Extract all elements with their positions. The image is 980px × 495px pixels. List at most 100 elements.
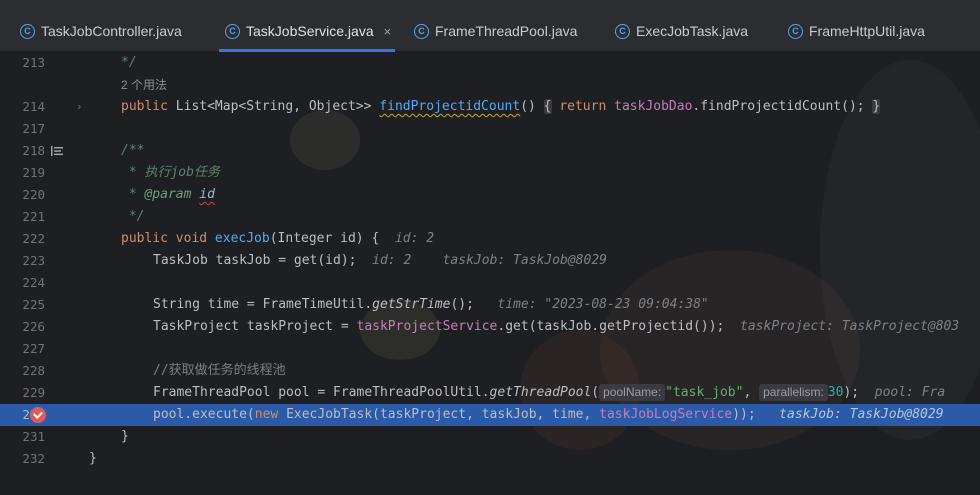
string-literal: "task_job" [665, 385, 744, 400]
line-number: 228 [22, 363, 45, 378]
usages-hint-line: 2 个用法 [0, 74, 980, 96]
paren: () [520, 99, 544, 114]
line-number: 229 [22, 385, 45, 400]
number-literal: 30 [827, 385, 844, 400]
code-editor[interactable]: 213 */ 2 个用法 214 › public List<Map<Strin… [0, 52, 980, 495]
debug-value-hint: taskJob: TaskJob@8029 [442, 253, 607, 268]
closing-brace: } [121, 429, 129, 444]
tab-taskjobcontroller[interactable]: C TaskJobController.java [20, 10, 182, 52]
doc-comment: /** [121, 143, 145, 158]
code-line: 224 [0, 272, 980, 294]
class-icon: C [20, 23, 35, 39]
code-line: 221 */ [0, 206, 980, 228]
line-number: 218 [22, 143, 45, 158]
parameter-hint: poolName: [599, 384, 666, 401]
doc-comment: * [121, 187, 145, 202]
code-line: 223 TaskJob taskJob = get(id); id: 2 tas… [0, 250, 980, 272]
generic: <Map<String, Object>> [207, 99, 380, 114]
field: taskProjectService [356, 319, 498, 334]
usages-hint[interactable]: 2 个用法 [121, 78, 167, 92]
keyword: return [551, 99, 615, 114]
keyword: new [254, 407, 287, 422]
method-name: execJob [214, 231, 270, 246]
code-line: 226 TaskProject taskProject = taskProjec… [0, 316, 980, 338]
breakpoint-icon[interactable] [30, 407, 46, 423]
code-line: 222 public void execJob(Integer id) { id… [0, 228, 980, 250]
editor-tab-bar: C TaskJobController.java C TaskJobServic… [0, 0, 980, 52]
static-method: getThreadPool [489, 385, 592, 400]
current-execution-line: 230 pool.execute(new ExecJobTask(taskPro… [0, 404, 980, 426]
tab-taskjobservice[interactable]: C TaskJobService.java × [218, 10, 396, 52]
debug-value-hint: time: "2023-08-23 09:04:38" [497, 297, 709, 312]
class-icon: C [225, 23, 240, 39]
line-number: 221 [22, 209, 45, 224]
code-line: 218 /** [0, 140, 980, 162]
debug-value-hint: taskProject: TaskProject@803 [740, 319, 960, 334]
debug-value-hint: id: 2 [394, 231, 435, 246]
doc-comment: * 执行job任务 [121, 165, 220, 180]
closing-brace: } [89, 451, 97, 466]
code-line: 231 } [0, 426, 980, 448]
doc-comment: */ [121, 55, 137, 70]
line-number: 231 [22, 429, 45, 444]
tab-label: FrameThreadPool.java [435, 23, 578, 39]
line-number: 232 [22, 451, 45, 466]
debug-value-hint: taskJob: TaskJob@8029 [779, 407, 944, 422]
code-line: 214 › public List<Map<String, Object>> f… [0, 96, 980, 118]
code-line: 220 * @param id [0, 184, 980, 206]
line-number: 226 [22, 319, 45, 334]
close-icon[interactable]: × [384, 24, 392, 39]
rendered-doc-toggle-icon[interactable] [50, 144, 64, 158]
code-line: 232 } [0, 448, 980, 470]
field: taskJobDao [614, 99, 693, 114]
line-number: 223 [22, 253, 45, 268]
line-number: 220 [22, 187, 45, 202]
method-name: findProjectidCount [379, 99, 521, 114]
tab-execjobtask[interactable]: C ExecJobTask.java [615, 10, 748, 52]
line-number: 224 [22, 275, 45, 290]
call: .findProjectidCount(); [692, 99, 873, 114]
tab-label: TaskJobService.java [246, 23, 374, 39]
tab-label: ExecJobTask.java [636, 23, 749, 39]
static-method: getStrTime [372, 297, 451, 312]
tab-framethreadpool[interactable]: C FrameThreadPool.java [414, 10, 577, 52]
line-number: 217 [22, 121, 45, 136]
type: List [175, 99, 208, 114]
line-number: 222 [22, 231, 45, 246]
line-number: 219 [22, 165, 45, 180]
fold-chevron-icon[interactable]: › [76, 96, 83, 118]
debug-value-hint: id: 2 [372, 253, 412, 268]
code-line: 229 FrameThreadPool pool = FrameThreadPo… [0, 382, 980, 404]
code-line: 213 */ [0, 52, 980, 74]
keyword: public void [121, 231, 215, 246]
tab-framehttputil[interactable]: C FrameHttpUtil.java [788, 10, 925, 52]
debug-value-hint: pool: Fra [874, 385, 946, 400]
tab-label: FrameHttpUtil.java [809, 23, 925, 39]
line-comment: //获取做任务的线程池 [153, 363, 286, 378]
doc-param-name: id [199, 187, 215, 202]
keyword: public [121, 99, 176, 114]
line-number: 213 [22, 55, 45, 70]
class-icon: C [414, 23, 429, 39]
class-icon: C [788, 23, 803, 39]
line-number: 227 [22, 341, 45, 356]
code-line: 227 [0, 338, 980, 360]
doc-tag: @param [144, 187, 192, 202]
code-line: 217 [0, 118, 980, 140]
folded-brace[interactable]: } [872, 99, 881, 114]
statement: FrameThreadPool pool = FrameThreadPoolUt… [153, 385, 490, 400]
statement: String time = FrameTimeUtil. [153, 297, 373, 312]
code-line: 228 //获取做任务的线程池 [0, 360, 980, 382]
line-number: 225 [22, 297, 45, 312]
code-line: 219 * 执行job任务 [0, 162, 980, 184]
line-number: 214 [22, 99, 45, 114]
code-line: 225 String time = FrameTimeUtil.getStrTi… [0, 294, 980, 316]
statement: TaskJob taskJob = get(id); [153, 253, 357, 268]
field: taskJobLogService [599, 407, 733, 422]
folded-brace[interactable]: { [543, 99, 552, 114]
doc-comment: */ [121, 209, 145, 224]
signature: (Integer id) { [269, 231, 380, 246]
class-icon: C [615, 23, 630, 39]
statement: pool.execute( [153, 407, 255, 422]
tab-label: TaskJobController.java [41, 23, 182, 39]
